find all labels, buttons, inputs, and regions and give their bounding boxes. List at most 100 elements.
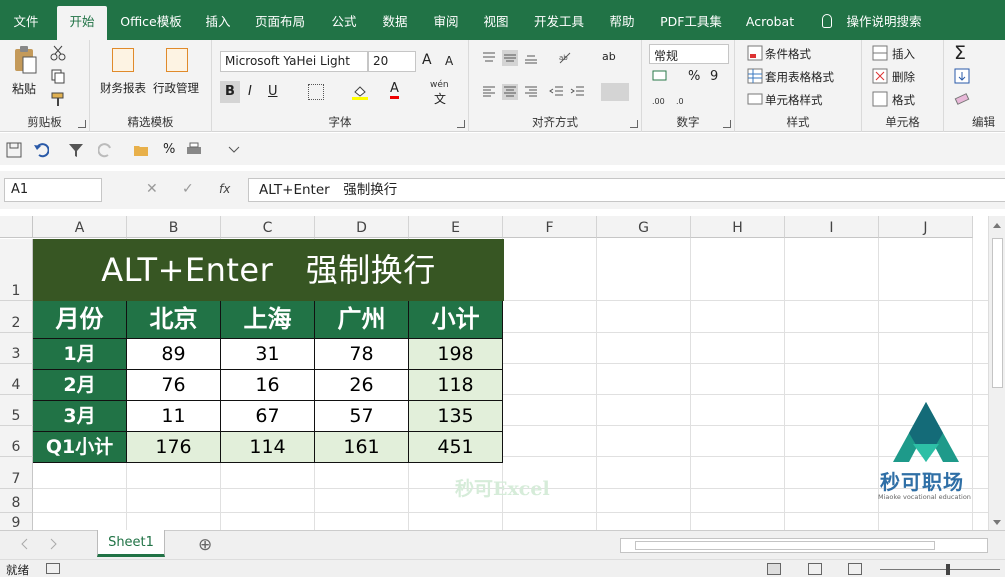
data-cell[interactable]: 135 bbox=[409, 401, 503, 432]
row-label-cell[interactable]: 1月 bbox=[33, 339, 127, 370]
fill-icon[interactable] bbox=[954, 68, 970, 84]
data-cell[interactable]: 11 bbox=[127, 401, 221, 432]
data-cell[interactable]: 198 bbox=[409, 339, 503, 370]
data-cell[interactable]: 118 bbox=[409, 370, 503, 401]
align-middle-icon[interactable] bbox=[502, 50, 518, 66]
tab-acrobat[interactable]: Acrobat bbox=[740, 0, 800, 40]
wrap-text-button[interactable]: ab bbox=[602, 50, 616, 63]
data-cell[interactable]: 451 bbox=[409, 432, 503, 463]
format-cells-button[interactable]: 格式 bbox=[892, 92, 915, 108]
row-header[interactable]: 3 bbox=[0, 333, 33, 364]
data-cell[interactable]: 26 bbox=[315, 370, 409, 401]
tell-me-search[interactable]: 操作说明搜索 bbox=[842, 0, 926, 40]
save-icon[interactable] bbox=[6, 142, 22, 158]
comma-button[interactable]: 9 bbox=[710, 69, 718, 84]
cancel-button[interactable]: ✕ bbox=[146, 181, 158, 197]
column-header[interactable]: J bbox=[879, 216, 973, 238]
admin-manage-button[interactable]: 行政管理 bbox=[153, 80, 199, 96]
table-header-cell[interactable]: 小计 bbox=[409, 301, 503, 339]
column-header[interactable]: E bbox=[409, 216, 503, 238]
cut-icon[interactable] bbox=[50, 45, 66, 61]
row-header[interactable]: 4 bbox=[0, 364, 33, 395]
row-header[interactable]: 9 bbox=[0, 513, 33, 530]
tab-help[interactable]: 帮助 bbox=[600, 0, 644, 40]
bold-button[interactable]: B bbox=[220, 81, 240, 103]
table-header-cell[interactable]: 上海 bbox=[221, 301, 315, 339]
align-center-icon[interactable] bbox=[502, 84, 518, 100]
scroll-down-icon[interactable] bbox=[992, 516, 1002, 526]
add-sheet-button[interactable]: ⊕ bbox=[198, 535, 212, 555]
horizontal-scrollbar[interactable] bbox=[620, 538, 988, 553]
orientation-icon[interactable]: ab bbox=[557, 50, 573, 66]
table-header-cell[interactable]: 北京 bbox=[127, 301, 221, 339]
column-header[interactable]: B bbox=[127, 216, 221, 238]
title-cell[interactable]: ALT+Enter 强制换行 bbox=[33, 239, 504, 301]
percent-style-button[interactable]: % bbox=[163, 142, 175, 157]
tab-developer[interactable]: 开发工具 bbox=[527, 0, 591, 40]
increase-decimal-icon[interactable]: .00 bbox=[652, 92, 668, 108]
row-header[interactable]: 2 bbox=[0, 301, 33, 333]
dialog-launcher-icon[interactable] bbox=[457, 120, 465, 128]
increase-indent-icon[interactable] bbox=[570, 84, 586, 100]
macro-record-icon[interactable] bbox=[46, 563, 60, 574]
conditional-format-button[interactable]: 条件格式 bbox=[765, 46, 811, 62]
finance-report-icon[interactable] bbox=[112, 48, 134, 72]
data-cell[interactable]: 89 bbox=[127, 339, 221, 370]
row-label-cell[interactable]: Q1小计 bbox=[33, 432, 127, 463]
column-header[interactable]: D bbox=[315, 216, 409, 238]
dialog-launcher-icon[interactable] bbox=[78, 120, 86, 128]
paste-button[interactable]: 粘贴 bbox=[12, 80, 36, 97]
normal-view-icon[interactable] bbox=[767, 563, 781, 575]
tab-view[interactable]: 视图 bbox=[474, 0, 518, 40]
undo-icon[interactable] bbox=[33, 142, 49, 158]
data-cell[interactable]: 176 bbox=[127, 432, 221, 463]
formula-input[interactable]: ALT+Enter 强制换行 bbox=[248, 178, 1005, 202]
autosum-button[interactable]: Σ bbox=[954, 42, 966, 64]
vertical-scrollbar[interactable] bbox=[988, 216, 1005, 530]
vertical-scroll-thumb[interactable] bbox=[992, 238, 1003, 388]
column-header[interactable]: A bbox=[33, 216, 127, 238]
cell-style-button[interactable]: 单元格样式 bbox=[765, 92, 823, 108]
tab-file[interactable]: 文件 bbox=[4, 0, 48, 40]
zoom-slider[interactable] bbox=[880, 569, 1000, 570]
zoom-slider-thumb[interactable] bbox=[946, 564, 950, 575]
align-left-icon[interactable] bbox=[481, 84, 497, 100]
font-color-button[interactable]: A bbox=[390, 82, 399, 99]
redo-icon[interactable] bbox=[98, 142, 114, 158]
row-header[interactable]: 5 bbox=[0, 395, 33, 426]
merge-center-icon[interactable] bbox=[601, 83, 629, 101]
tab-insert[interactable]: 插入 bbox=[196, 0, 240, 40]
number-format-select[interactable]: 常规 bbox=[649, 44, 729, 64]
horizontal-scroll-thumb[interactable] bbox=[635, 541, 935, 550]
sheet-tab-sheet1[interactable]: Sheet1 bbox=[97, 530, 165, 557]
open-folder-icon[interactable] bbox=[133, 142, 149, 158]
copy-icon[interactable] bbox=[50, 68, 66, 84]
percent-button[interactable]: % bbox=[688, 69, 700, 84]
underline-button[interactable]: U bbox=[268, 84, 278, 99]
fill-color-icon[interactable] bbox=[352, 84, 368, 100]
font-name-select[interactable]: Microsoft YaHei Light bbox=[220, 51, 368, 72]
dialog-launcher-icon[interactable] bbox=[723, 120, 731, 128]
table-header-cell[interactable]: 广州 bbox=[315, 301, 409, 339]
insert-function-button[interactable]: fx bbox=[219, 182, 230, 196]
data-cell[interactable]: 114 bbox=[221, 432, 315, 463]
data-cell[interactable]: 76 bbox=[127, 370, 221, 401]
table-header-cell[interactable]: 月份 bbox=[33, 301, 127, 339]
row-header[interactable]: 1 bbox=[0, 239, 33, 301]
phonetic-button[interactable]: wén bbox=[430, 80, 449, 90]
tab-office-templates[interactable]: Office模板 bbox=[114, 0, 188, 40]
data-cell[interactable]: 31 bbox=[221, 339, 315, 370]
row-label-cell[interactable]: 2月 bbox=[33, 370, 127, 401]
column-header[interactable]: H bbox=[691, 216, 785, 238]
data-cell[interactable]: 161 bbox=[315, 432, 409, 463]
finance-report-button[interactable]: 财务报表 bbox=[100, 80, 146, 96]
align-bottom-icon[interactable] bbox=[523, 50, 539, 66]
row-header[interactable]: 6 bbox=[0, 426, 33, 457]
decrease-decimal-icon[interactable]: .0 bbox=[676, 92, 692, 108]
worksheet-grid[interactable]: ABCDEFGHIJ 123456789 ALT+Enter 强制换行 月份北京… bbox=[0, 216, 1005, 530]
row-header[interactable]: 8 bbox=[0, 489, 33, 513]
tab-formulas[interactable]: 公式 bbox=[322, 0, 366, 40]
data-cell[interactable]: 67 bbox=[221, 401, 315, 432]
print-icon[interactable] bbox=[186, 142, 202, 158]
confirm-button[interactable]: ✓ bbox=[182, 181, 194, 197]
